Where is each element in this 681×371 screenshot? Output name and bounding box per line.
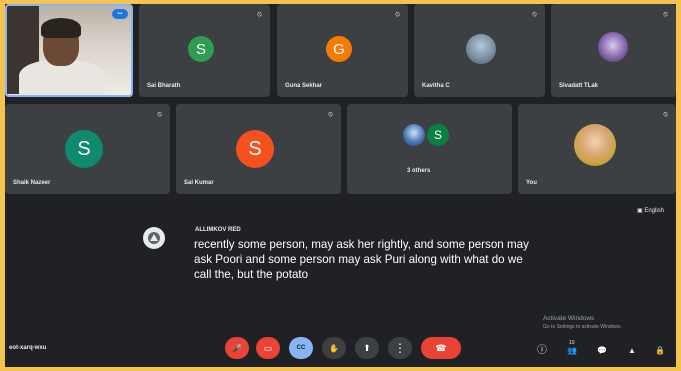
participant-avatar: S <box>236 130 274 168</box>
meet-window: ••• S ⦸ Sai Bharath G ⦸ Guna Sekhar ⦸ Ka… <box>5 4 676 367</box>
camera-off-button[interactable]: ▭ <box>256 337 280 359</box>
mic-off-button[interactable]: 🎤 <box>225 337 249 359</box>
participant-name: Sai Kumar <box>184 180 214 186</box>
captions-icon: CC <box>296 345 306 351</box>
hand-icon: ✋ <box>329 343 339 353</box>
participant-name: Sivadatt TLak <box>559 83 599 89</box>
lock-person-icon: 🔒 <box>655 346 665 355</box>
meeting-controls-bar: eot-xarq-wxu 🎤 ▭ CC ✋ ⬆ ⋮ ☎ ⓘ 👥 10 💬 ▲ 🔒 <box>5 329 676 367</box>
participant-tile[interactable]: S ⦸ Sai Bharath <box>139 4 270 97</box>
raise-hand-button[interactable]: ✋ <box>322 337 346 359</box>
leave-call-button[interactable]: ☎ <box>421 337 461 359</box>
participant-avatar: G <box>326 36 352 62</box>
people-count-badge: 10 <box>569 340 575 346</box>
participant-photo <box>598 32 628 62</box>
participant-name: 3 others <box>407 168 431 174</box>
participant-tile[interactable]: ⦸ Kavitha C <box>414 4 545 97</box>
participant-avatar: S <box>427 124 449 146</box>
meeting-code: eot-xarq-wxu <box>9 345 47 351</box>
participant-tile[interactable]: G ⦸ Guna Sekhar <box>277 4 408 97</box>
speaker-avatar-icon <box>148 232 160 244</box>
participant-tile-self-video[interactable]: ••• <box>5 4 133 97</box>
host-controls-button[interactable]: 🔒 <box>653 344 667 358</box>
people-button[interactable]: 👥 10 <box>565 340 579 358</box>
participant-name: Kavitha C <box>422 83 450 89</box>
captions-button[interactable]: CC <box>289 337 313 359</box>
mic-muted-icon: ⦸ <box>663 111 668 118</box>
participant-name: Sai Bharath <box>147 83 181 89</box>
mic-muted-icon: ⦸ <box>157 111 162 118</box>
participant-name: Guna Sekhar <box>285 83 323 89</box>
info-icon: ⓘ <box>537 345 547 356</box>
participant-name: Shaik Nazeer <box>13 180 51 186</box>
captions-panel: ALLIMKOV RED recently some person, may a… <box>5 200 676 328</box>
participant-avatar: S <box>65 130 103 168</box>
participant-photo <box>403 124 425 146</box>
participant-tile[interactable]: S ⦸ Shaik Nazeer <box>5 104 170 194</box>
present-icon: ⬆ <box>363 342 371 353</box>
mic-muted-icon: ⦸ <box>257 11 262 18</box>
chat-button[interactable]: 💬 <box>595 344 609 358</box>
participant-tile[interactable]: ⦸ You <box>518 104 676 194</box>
mic-muted-icon: ⦸ <box>532 11 537 18</box>
caption-speaker-name: ALLIMKOV RED <box>195 227 241 233</box>
participant-name: You <box>526 180 537 186</box>
mic-muted-icon: ⦸ <box>663 11 668 18</box>
participant-avatar: S <box>188 36 214 62</box>
participant-photo <box>466 34 496 64</box>
participant-photo <box>574 124 616 166</box>
speaking-indicator: ••• <box>112 9 128 19</box>
caption-text: recently some person, may ask her rightl… <box>194 238 529 281</box>
more-vert-icon: ⋮ <box>394 341 406 355</box>
camera-off-icon: ▭ <box>263 342 273 353</box>
mic-muted-icon: ⦸ <box>395 11 400 18</box>
mic-muted-icon: ⦸ <box>328 111 333 118</box>
participant-tile[interactable]: S ⦸ Sai Kumar <box>176 104 341 194</box>
participant-tile-group[interactable]: S 3 others <box>347 104 512 194</box>
speaker-avatar <box>143 227 165 249</box>
info-button[interactable]: ⓘ <box>535 344 549 358</box>
activities-icon: ▲ <box>628 346 636 355</box>
phone-hangup-icon: ☎ <box>435 342 447 353</box>
chat-icon: 💬 <box>597 346 607 355</box>
participant-tile[interactable]: ⦸ Sivadatt TLak <box>551 4 676 97</box>
more-options-button[interactable]: ⋮ <box>388 337 412 359</box>
mic-off-icon: 🎤 <box>232 343 242 353</box>
activities-button[interactable]: ▲ <box>625 344 639 358</box>
present-button[interactable]: ⬆ <box>355 337 379 359</box>
